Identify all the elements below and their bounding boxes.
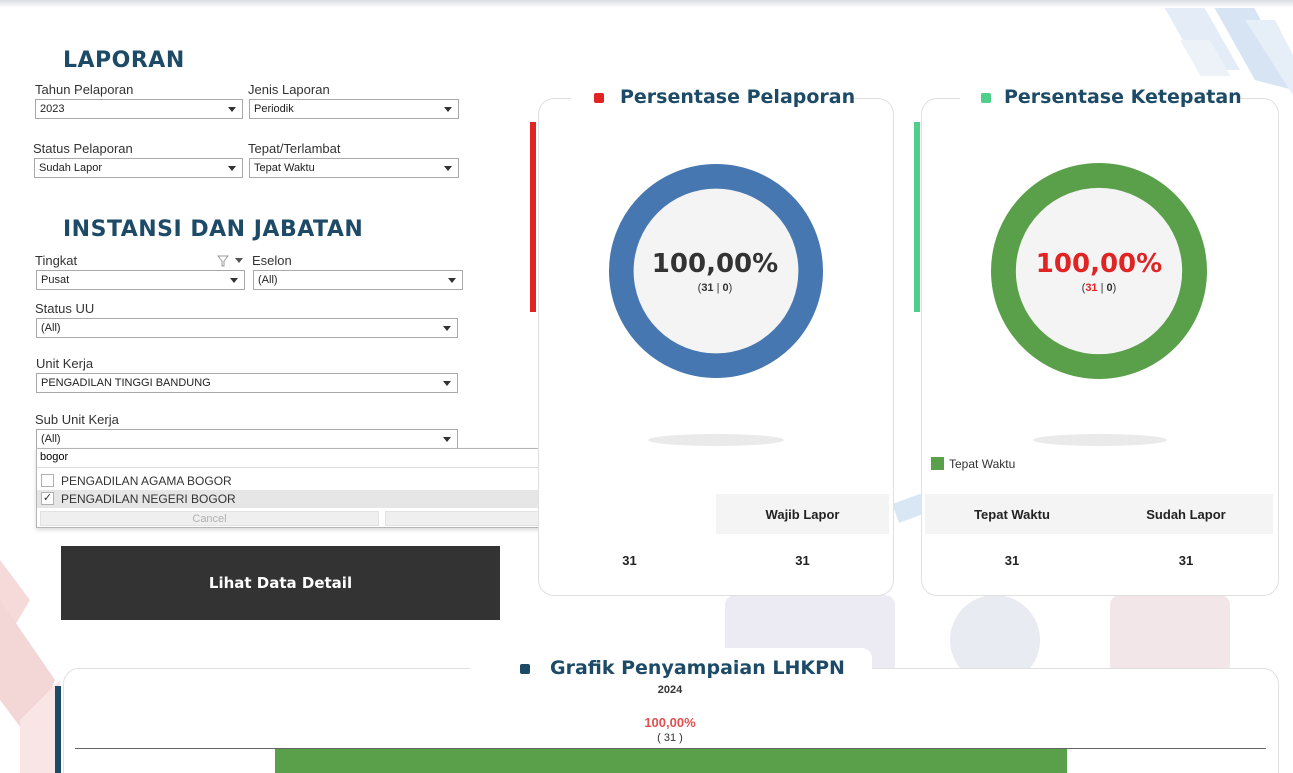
status-value: Sudah Lapor <box>39 162 102 174</box>
eselon-select[interactable]: (All) <box>253 270 463 290</box>
card-accent-bar <box>530 122 536 312</box>
tingkat-select[interactable]: Pusat <box>36 270 245 290</box>
dropdown-item-label: PENGADILAN NEGERI BOGOR <box>61 492 236 506</box>
legend-label: Tepat Waktu <box>949 457 1016 471</box>
instansi-title: INSTANSI DAN JABATAN <box>63 217 364 242</box>
sub-unit-value: (All) <box>41 433 61 445</box>
donut-shadow <box>1033 434 1167 446</box>
grafik-count-label: ( 31 ) <box>657 732 683 744</box>
grafik-bar <box>275 749 1067 773</box>
chevron-down-icon <box>448 278 456 283</box>
grafik-title: Grafik Penyampaian LHKPN <box>550 657 845 679</box>
jenis-value: Periodik <box>254 103 294 115</box>
sub-unit-label: Sub Unit Kerja <box>35 412 119 427</box>
sub-unit-select[interactable]: (All) <box>36 429 458 449</box>
chevron-down-icon <box>443 437 451 442</box>
count-a: 31 <box>701 282 714 294</box>
ketepatan-percent: 100,00% <box>1035 249 1163 279</box>
chevron-down-icon <box>443 381 451 386</box>
unit-kerja-value: PENGADILAN TINGGI BANDUNG <box>41 377 211 389</box>
tahun-label: Tahun Pelaporan <box>35 82 134 97</box>
chevron-down-icon <box>444 107 452 112</box>
pelaporan-col2-value: 31 <box>795 553 810 568</box>
grafik-percent-label: 100,00% <box>644 715 696 730</box>
eselon-value: (All) <box>258 274 278 286</box>
chevron-down-icon <box>444 166 452 171</box>
top-bar <box>0 0 1293 8</box>
tepat-select[interactable]: Tepat Waktu <box>249 158 459 178</box>
unit-kerja-select[interactable]: PENGADILAN TINGGI BANDUNG <box>36 373 458 393</box>
tahun-value: 2023 <box>40 103 65 115</box>
grafik-year-label: 2024 <box>657 684 683 696</box>
chevron-down-icon <box>230 278 238 283</box>
count-separator: | <box>713 282 723 294</box>
tepat-value: Tepat Waktu <box>254 162 315 174</box>
unit-kerja-label: Unit Kerja <box>36 356 94 371</box>
card-accent-bar <box>914 122 920 312</box>
navy-square-icon <box>520 664 530 674</box>
filter-icon[interactable] <box>217 255 229 267</box>
checkbox[interactable] <box>41 474 54 487</box>
legend-swatch <box>931 457 944 470</box>
ketepatan-col2-value: 31 <box>1178 553 1194 568</box>
status-uu-value: (All) <box>41 322 61 334</box>
jenis-label: Jenis Laporan <box>248 82 330 97</box>
green-square-icon <box>981 93 991 103</box>
card-accent-bar <box>55 686 61 773</box>
wajib-lapor-header: Wajib Lapor <box>765 507 840 522</box>
count-separator: | <box>1097 282 1107 294</box>
eselon-label: Eselon <box>252 253 292 268</box>
count-a: 31 <box>1085 282 1098 294</box>
filter-menu-icon[interactable] <box>235 258 243 263</box>
ketepatan-counts: (31 | 0) <box>999 282 1199 294</box>
ketepatan-card-title: Persentase Ketepatan <box>1004 86 1242 108</box>
pelaporan-col1-value: 31 <box>622 553 637 568</box>
tingkat-label: Tingkat <box>35 253 78 268</box>
status-label: Status Pelaporan <box>33 141 133 156</box>
pelaporan-counts: (31 | 0) <box>615 282 815 294</box>
status-select[interactable]: Sudah Lapor <box>34 158 243 178</box>
paren-close: ) <box>1112 282 1117 294</box>
chevron-down-icon <box>443 326 451 331</box>
cancel-button[interactable]: Cancel <box>40 511 379 526</box>
sudah-lapor-header: Sudah Lapor <box>1146 507 1226 522</box>
pelaporan-percent: 100,00% <box>651 249 779 279</box>
tepat-waktu-header: Tepat Waktu <box>974 507 1050 522</box>
tepat-label: Tepat/Terlambat <box>248 141 341 156</box>
chevron-down-icon <box>228 107 236 112</box>
donut-shadow <box>648 434 784 446</box>
chevron-down-icon <box>228 166 236 171</box>
tahun-select[interactable]: 2023 <box>35 99 243 119</box>
red-square-icon <box>594 93 604 103</box>
paren-close: ) <box>728 282 733 294</box>
jenis-select[interactable]: Periodik <box>249 99 459 119</box>
ketepatan-col1-value: 31 <box>1004 553 1020 568</box>
laporan-title: LAPORAN <box>63 48 185 73</box>
status-uu-select[interactable]: (All) <box>36 318 458 338</box>
checkbox[interactable]: ✓ <box>41 492 54 505</box>
tingkat-value: Pusat <box>41 274 70 286</box>
dropdown-item-label: PENGADILAN AGAMA BOGOR <box>61 474 232 488</box>
status-uu-label: Status UU <box>35 301 95 316</box>
pelaporan-card-title: Persentase Pelaporan <box>620 86 856 108</box>
lihat-data-detail-button[interactable]: Lihat Data Detail <box>61 546 500 620</box>
